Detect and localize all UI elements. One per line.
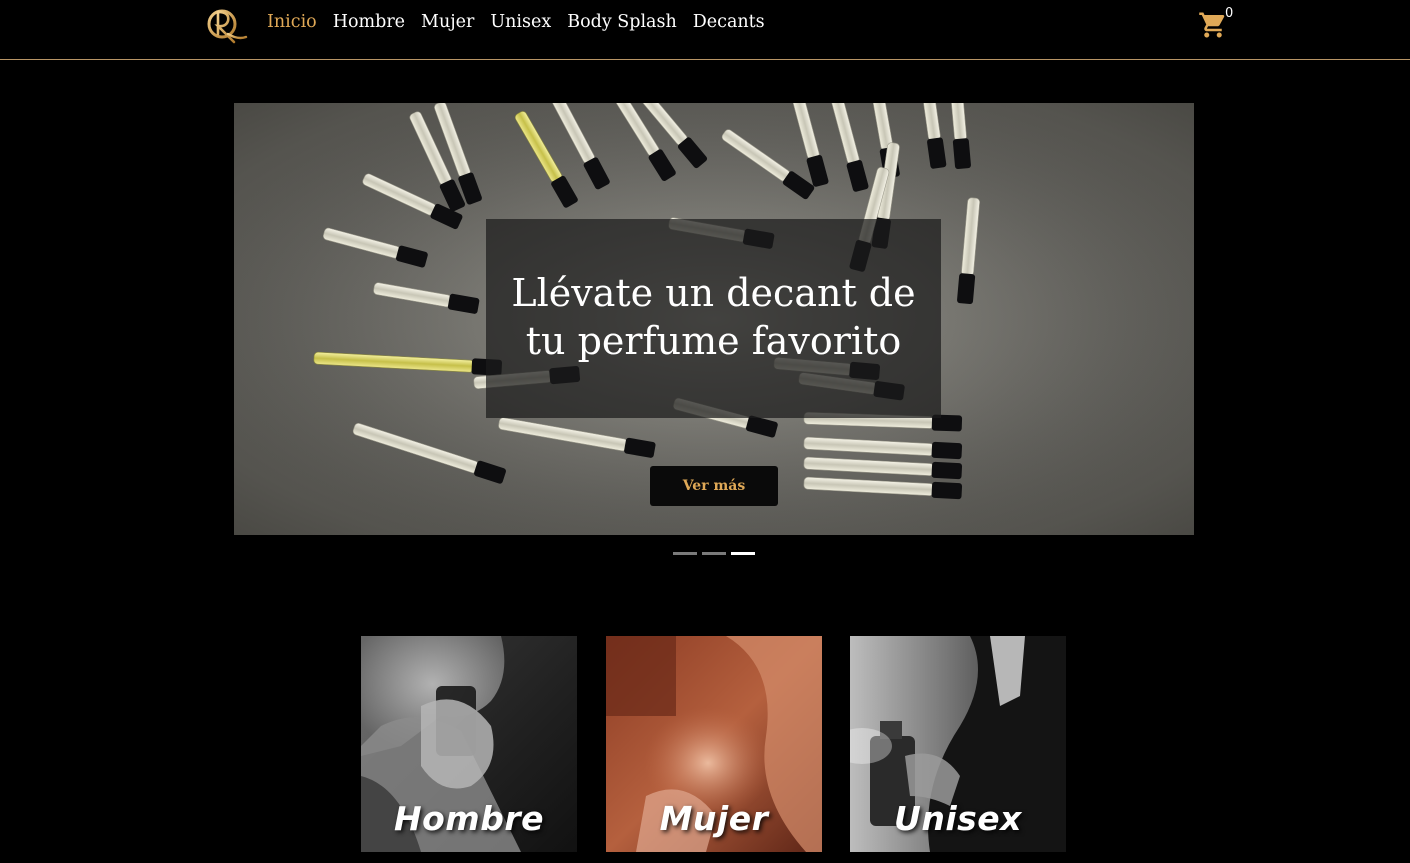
category-card-hombre[interactable]: Hombre bbox=[361, 636, 577, 852]
category-label-hombre: Hombre bbox=[394, 799, 544, 838]
carousel-indicator-3[interactable] bbox=[731, 552, 755, 555]
top-navbar: Inicio Hombre Mujer Unisex Body Splash D… bbox=[0, 0, 1410, 60]
main-nav: Inicio Hombre Mujer Unisex Body Splash D… bbox=[259, 10, 773, 34]
carousel-indicators bbox=[673, 552, 755, 555]
hero-title: Llévate un decant de tu perfume favorito bbox=[511, 271, 916, 363]
shopping-cart-icon bbox=[1199, 12, 1225, 38]
cart-button[interactable]: 0 bbox=[1198, 6, 1238, 46]
hero-caption: Llévate un decant de tu perfume favorito bbox=[486, 219, 941, 418]
nav-link-body-splash[interactable]: Body Splash bbox=[559, 10, 685, 34]
ver-mas-button[interactable]: Ver más bbox=[650, 466, 778, 506]
nav-link-mujer[interactable]: Mujer bbox=[413, 10, 482, 34]
hero-carousel[interactable]: Llévate un decant de tu perfume favorito… bbox=[234, 103, 1194, 535]
carousel-indicator-2[interactable] bbox=[702, 552, 726, 555]
carousel-indicator-1[interactable] bbox=[673, 552, 697, 555]
category-cards: Hombre Mujer Unisex bbox=[361, 636, 1066, 852]
category-label-mujer: Mujer bbox=[659, 799, 769, 838]
nav-link-inicio[interactable]: Inicio bbox=[259, 10, 325, 34]
nav-link-unisex[interactable]: Unisex bbox=[482, 10, 559, 34]
brand-logo[interactable] bbox=[204, 4, 248, 44]
nav-link-hombre[interactable]: Hombre bbox=[325, 10, 413, 34]
category-label-unisex: Unisex bbox=[894, 799, 1022, 838]
category-card-mujer[interactable]: Mujer bbox=[606, 636, 822, 852]
category-card-unisex[interactable]: Unisex bbox=[850, 636, 1066, 852]
cart-count-badge: 0 bbox=[1225, 6, 1234, 21]
nav-link-decants[interactable]: Decants bbox=[685, 10, 773, 34]
brand-logo-mark bbox=[207, 9, 248, 44]
